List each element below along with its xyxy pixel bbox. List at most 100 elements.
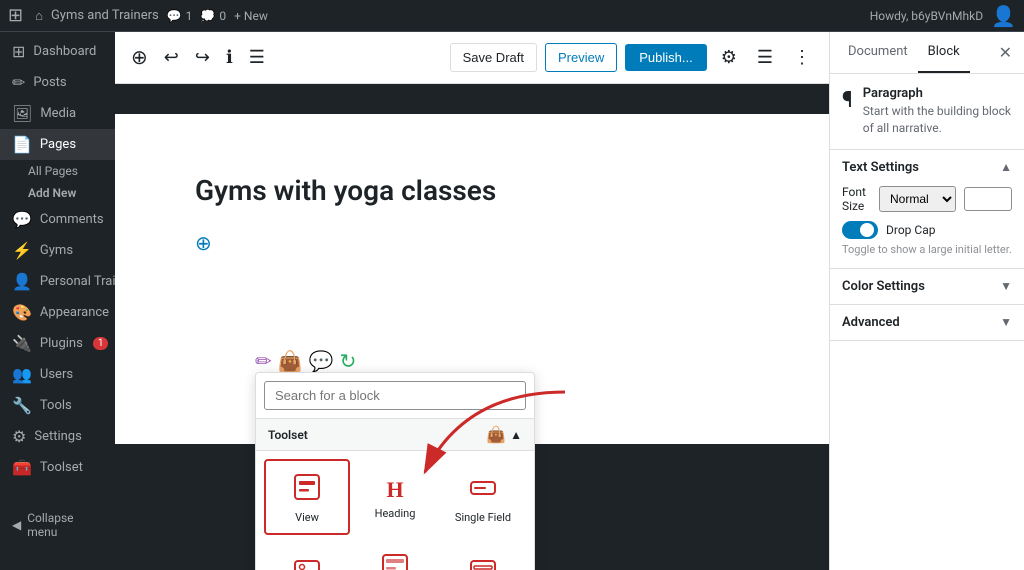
site-name[interactable]: Gyms and Trainers [51, 8, 159, 23]
collapse-menu-button[interactable]: ◀ Collapse menu [0, 503, 115, 547]
toolbar-right: Save Draft Preview Publish... ⚙ ☰ ⋮ [450, 43, 817, 72]
section-collapse-icon[interactable]: ▲ [510, 428, 522, 442]
text-settings-section: Text Settings ▲ Font Size Normal Small M… [830, 150, 1024, 269]
redo-button[interactable]: ↪ [191, 43, 214, 72]
preview-button[interactable]: Preview [545, 43, 617, 72]
tab-block[interactable]: Block [918, 32, 970, 73]
toolset-bag-icon[interactable]: 👜 [278, 349, 303, 373]
wp-logo-icon[interactable]: ⊞ [8, 5, 23, 26]
bubble-notif[interactable]: 💭 0 [200, 9, 226, 23]
advanced-header[interactable]: Advanced ▼ [830, 305, 1024, 340]
user-greeting[interactable]: Howdy, b6yBVnMhkD [870, 9, 983, 23]
font-size-label: Font Size [842, 185, 871, 213]
info-button[interactable]: ℹ [222, 43, 237, 72]
color-settings-title: Color Settings [842, 279, 925, 294]
toolset-section-controls: 👜 ▲ [482, 425, 522, 444]
sidebar-item-personal-trainers[interactable]: 👤 Personal Trainers [0, 266, 115, 297]
info-icon: ℹ [226, 47, 233, 68]
edit-pencil-icon[interactable]: ✏ [255, 349, 272, 373]
font-size-row: Font Size Normal Small Medium Large [842, 185, 1012, 213]
add-block-button[interactable]: ⊕ [127, 41, 152, 74]
sidebar-item-settings[interactable]: ⚙ Settings [0, 421, 115, 452]
insert-block-plus-icon[interactable]: ⊕ [195, 231, 212, 255]
sidebar-sub-add-new[interactable]: Add New [0, 182, 115, 204]
heading-block-icon: H [386, 477, 403, 503]
sidebar-item-plugins[interactable]: 🔌 Plugins 1 [0, 328, 115, 359]
block-item-image[interactable]: Image [264, 537, 350, 570]
toolset-section-header: Toolset 👜 ▲ [256, 419, 534, 451]
redo-icon: ↪ [195, 47, 210, 68]
panel-close-button[interactable]: ✕ [995, 39, 1016, 67]
tools-icon: 🔧 [12, 396, 32, 415]
personal-trainers-icon: 👤 [12, 272, 32, 291]
pages-icon: 📄 [12, 135, 32, 154]
block-header: ¶ Paragraph Start with the building bloc… [830, 74, 1024, 149]
comment-notif[interactable]: 💬 1 [167, 9, 193, 23]
sidebar-item-comments[interactable]: 💬 Comments [0, 204, 115, 235]
settings-panel-button[interactable]: ⚙ [715, 43, 743, 72]
toolset-bag-icon-2: 👜 [486, 425, 506, 444]
dashboard-icon: ⊞ [12, 42, 25, 61]
block-nav-button[interactable]: ☰ [751, 43, 779, 72]
sidebar-item-gyms[interactable]: ⚡ Gyms [0, 235, 115, 266]
user-avatar-icon: 👤 [991, 4, 1016, 28]
drop-cap-row: Drop Cap [842, 221, 1012, 239]
site-icon: ⌂ [35, 8, 43, 24]
block-info-section: ¶ Paragraph Start with the building bloc… [830, 74, 1024, 150]
block-item-heading[interactable]: H Heading [352, 459, 438, 535]
page-title[interactable]: Gyms with yoga classes [195, 174, 749, 207]
block-item-view[interactable]: View [264, 459, 350, 535]
tab-document[interactable]: Document [838, 32, 918, 73]
color-settings-chevron-icon: ▼ [1000, 279, 1012, 293]
block-item-content-template[interactable]: Content Template [352, 537, 438, 570]
refresh-icon[interactable]: ↻ [340, 349, 357, 373]
sidebar-item-dashboard[interactable]: ⊞ Dashboard [0, 36, 115, 67]
sidebar-item-posts[interactable]: ✏ Posts [0, 67, 115, 98]
plugins-icon: 🔌 [12, 334, 32, 353]
block-item-form[interactable]: Form [440, 537, 526, 570]
publish-button[interactable]: Publish... [625, 44, 706, 71]
block-add-area: ⊕ [195, 231, 749, 255]
image-block-icon [293, 557, 321, 570]
view-block-icon [293, 473, 321, 507]
text-settings-header[interactable]: Text Settings ▲ [830, 150, 1024, 185]
settings-icon: ⚙ [12, 427, 26, 446]
text-settings-chevron-icon: ▲ [1000, 160, 1012, 174]
block-nav-icon: ☰ [757, 47, 773, 67]
sidebar-sub-all-pages[interactable]: All Pages [0, 160, 115, 182]
admin-bar: ⊞ ⌂ Gyms and Trainers 💬 1 💭 0 + New Howd… [0, 0, 1024, 32]
drop-cap-toggle[interactable] [842, 221, 878, 239]
text-settings-body: Font Size Normal Small Medium Large Drop… [830, 185, 1024, 268]
more-options-icon: ⋮ [793, 47, 811, 67]
save-draft-button[interactable]: Save Draft [450, 43, 537, 72]
editor-canvas: Gyms with yoga classes ⊕ ✏ 👜 💬 ↻ [115, 114, 829, 570]
block-inserter-header [256, 373, 534, 419]
paragraph-block-icon: ¶ [842, 88, 853, 113]
sidebar-item-pages[interactable]: 📄 Pages [0, 129, 115, 160]
comments-icon: 💬 [12, 210, 32, 229]
list-view-button[interactable]: ☰ [245, 43, 269, 72]
sidebar-item-tools[interactable]: 🔧 Tools [0, 390, 115, 421]
editor-content: Gyms with yoga classes ⊕ ✏ 👜 💬 ↻ [115, 84, 829, 570]
more-options-button[interactable]: ⋮ [787, 43, 817, 72]
sidebar-item-appearance[interactable]: 🎨 Appearance [0, 297, 115, 328]
new-post-button[interactable]: + New [234, 9, 268, 23]
color-settings-header[interactable]: Color Settings ▼ [830, 269, 1024, 304]
list-view-icon: ☰ [249, 47, 265, 68]
font-size-input[interactable] [964, 187, 1012, 211]
undo-button[interactable]: ↩ [160, 43, 183, 72]
appearance-icon: 🎨 [12, 303, 32, 322]
block-item-single-field[interactable]: Single Field [440, 459, 526, 535]
block-search-input[interactable] [264, 381, 526, 410]
block-inserter-popup: Toolset 👜 ▲ [255, 372, 535, 570]
chat-bubble-icon[interactable]: 💬 [309, 349, 334, 373]
font-size-select[interactable]: Normal Small Medium Large [879, 186, 956, 212]
add-block-icon: ⊕ [131, 45, 148, 70]
gyms-icon: ⚡ [12, 241, 32, 260]
users-icon: 👥 [12, 365, 32, 384]
text-settings-title: Text Settings [842, 160, 919, 175]
form-block-icon [469, 557, 497, 570]
sidebar-item-toolset[interactable]: 🧰 Toolset [0, 452, 115, 483]
sidebar-item-media[interactable]: 🖼 Media [0, 98, 115, 129]
sidebar-item-users[interactable]: 👥 Users [0, 359, 115, 390]
